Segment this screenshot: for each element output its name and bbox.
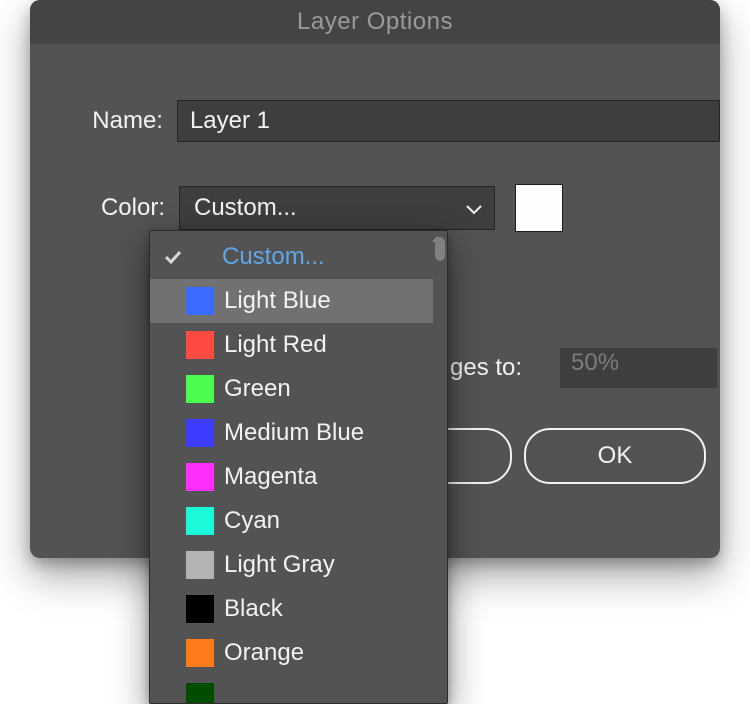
color-option-label: Cyan xyxy=(224,507,280,535)
color-option-label: Light Blue xyxy=(224,287,331,315)
color-option-label: Light Gray xyxy=(224,551,335,579)
color-option-label: Custom... xyxy=(222,243,325,271)
check-icon xyxy=(160,249,186,265)
color-option[interactable] xyxy=(150,675,433,704)
color-option-label: Magenta xyxy=(224,463,317,491)
chevron-down-icon xyxy=(466,187,482,229)
color-option-label: Orange xyxy=(224,639,304,667)
color-swatch-icon xyxy=(186,331,214,359)
name-label: Name: xyxy=(30,107,177,135)
color-option[interactable]: Light Gray xyxy=(150,543,433,587)
color-option[interactable]: Light Red xyxy=(150,323,433,367)
layer-name-input[interactable] xyxy=(177,100,720,142)
color-row: Color: Custom... xyxy=(30,184,720,232)
dialog-title: Layer Options xyxy=(30,0,720,44)
color-swatch-icon xyxy=(186,419,214,447)
color-option-label: Black xyxy=(224,595,283,623)
color-swatch-icon xyxy=(186,595,214,623)
color-option[interactable]: Green xyxy=(150,367,433,411)
color-select-value: Custom... xyxy=(194,187,297,229)
color-option-label: Light Red xyxy=(224,331,327,359)
color-option[interactable]: Magenta xyxy=(150,455,433,499)
color-option[interactable]: Custom... xyxy=(150,235,433,279)
color-dropdown-popup[interactable]: Custom... Light Blue Light Red Green Medium … xyxy=(149,230,448,704)
stage: Layer Options Name: Color: Custom... xyxy=(0,0,750,704)
ok-button[interactable]: OK xyxy=(524,428,706,484)
color-swatch-icon xyxy=(186,287,214,315)
current-color-swatch[interactable] xyxy=(515,184,563,232)
color-swatch-icon xyxy=(186,639,214,667)
color-option[interactable]: Medium Blue xyxy=(150,411,433,455)
color-swatch-icon xyxy=(186,507,214,535)
color-option[interactable]: Light Blue xyxy=(150,279,433,323)
color-option[interactable]: Orange xyxy=(150,631,433,675)
color-swatch-icon xyxy=(186,683,214,704)
color-label: Color: xyxy=(30,194,179,222)
color-swatch-icon xyxy=(186,463,214,491)
color-option[interactable]: Cyan xyxy=(150,499,433,543)
dim-percent-input[interactable]: 50% xyxy=(560,348,717,388)
name-row: Name: xyxy=(30,100,720,142)
dim-label: ges to: xyxy=(450,354,522,382)
color-option-label: Medium Blue xyxy=(224,419,364,447)
scrollbar-thumb[interactable] xyxy=(435,237,445,261)
color-swatch-icon xyxy=(186,551,214,579)
color-select[interactable]: Custom... xyxy=(179,186,495,230)
color-option-label: Green xyxy=(224,375,291,403)
color-dropdown-list: Custom... Light Blue Light Red Green Medium … xyxy=(150,231,433,704)
color-swatch-icon xyxy=(186,375,214,403)
color-option[interactable]: Black xyxy=(150,587,433,631)
